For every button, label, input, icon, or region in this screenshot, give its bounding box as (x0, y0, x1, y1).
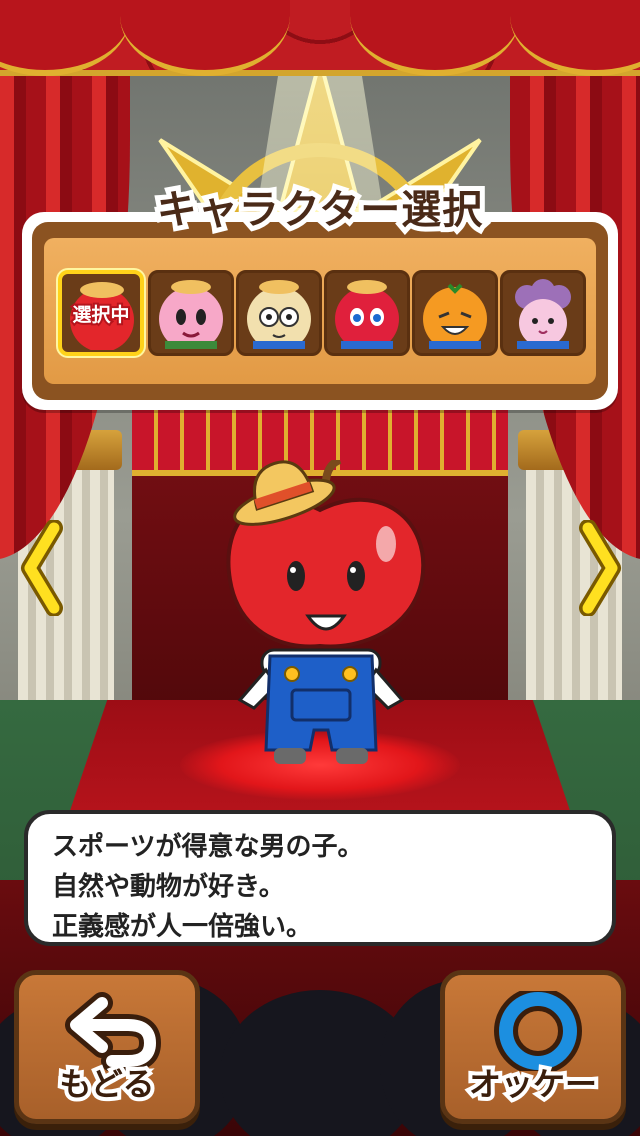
ok-button-label: オッケー (465, 1061, 601, 1107)
character-tile-apple[interactable]: 選択中 (58, 270, 144, 356)
character-tile-pear[interactable] (236, 270, 322, 356)
character-description: スポーツが得意な男の子。 自然や動物が好き。 正義感が人一倍強い。 (24, 810, 616, 946)
page-title: キャラクター選択 (152, 182, 487, 238)
orange-face-icon (423, 283, 487, 349)
peach-face-icon (159, 280, 223, 349)
character-list: 選択中 (58, 270, 588, 356)
grape-face-icon (515, 279, 571, 349)
description-line: スポーツが得意な男の子。 (52, 832, 364, 862)
character-tile-peach[interactable] (148, 270, 234, 356)
pear-face-icon (247, 280, 311, 349)
game-screen: キャラクター選択 選択中 スポーツが得意な男の子。 自然や動物が好き。 正義感が… (0, 0, 640, 1136)
character-tile-strawberry[interactable] (324, 270, 410, 356)
chevron-left-icon[interactable] (20, 520, 64, 616)
selected-badge: 選択中 (70, 302, 131, 328)
character-tile-orange[interactable] (412, 270, 498, 356)
ok-button[interactable]: オッケー (440, 970, 626, 1124)
apple-character (226, 460, 426, 764)
character-tile-grape[interactable] (500, 270, 586, 356)
description-line: 自然や動物が好き。 (52, 872, 285, 902)
strawberry-face-icon (335, 280, 399, 349)
back-button[interactable]: もどる (14, 970, 200, 1124)
back-button-label: もどる (55, 1061, 158, 1107)
description-line: 正義感が人一倍強い。 (52, 912, 313, 942)
chevron-right-icon[interactable] (578, 520, 622, 616)
